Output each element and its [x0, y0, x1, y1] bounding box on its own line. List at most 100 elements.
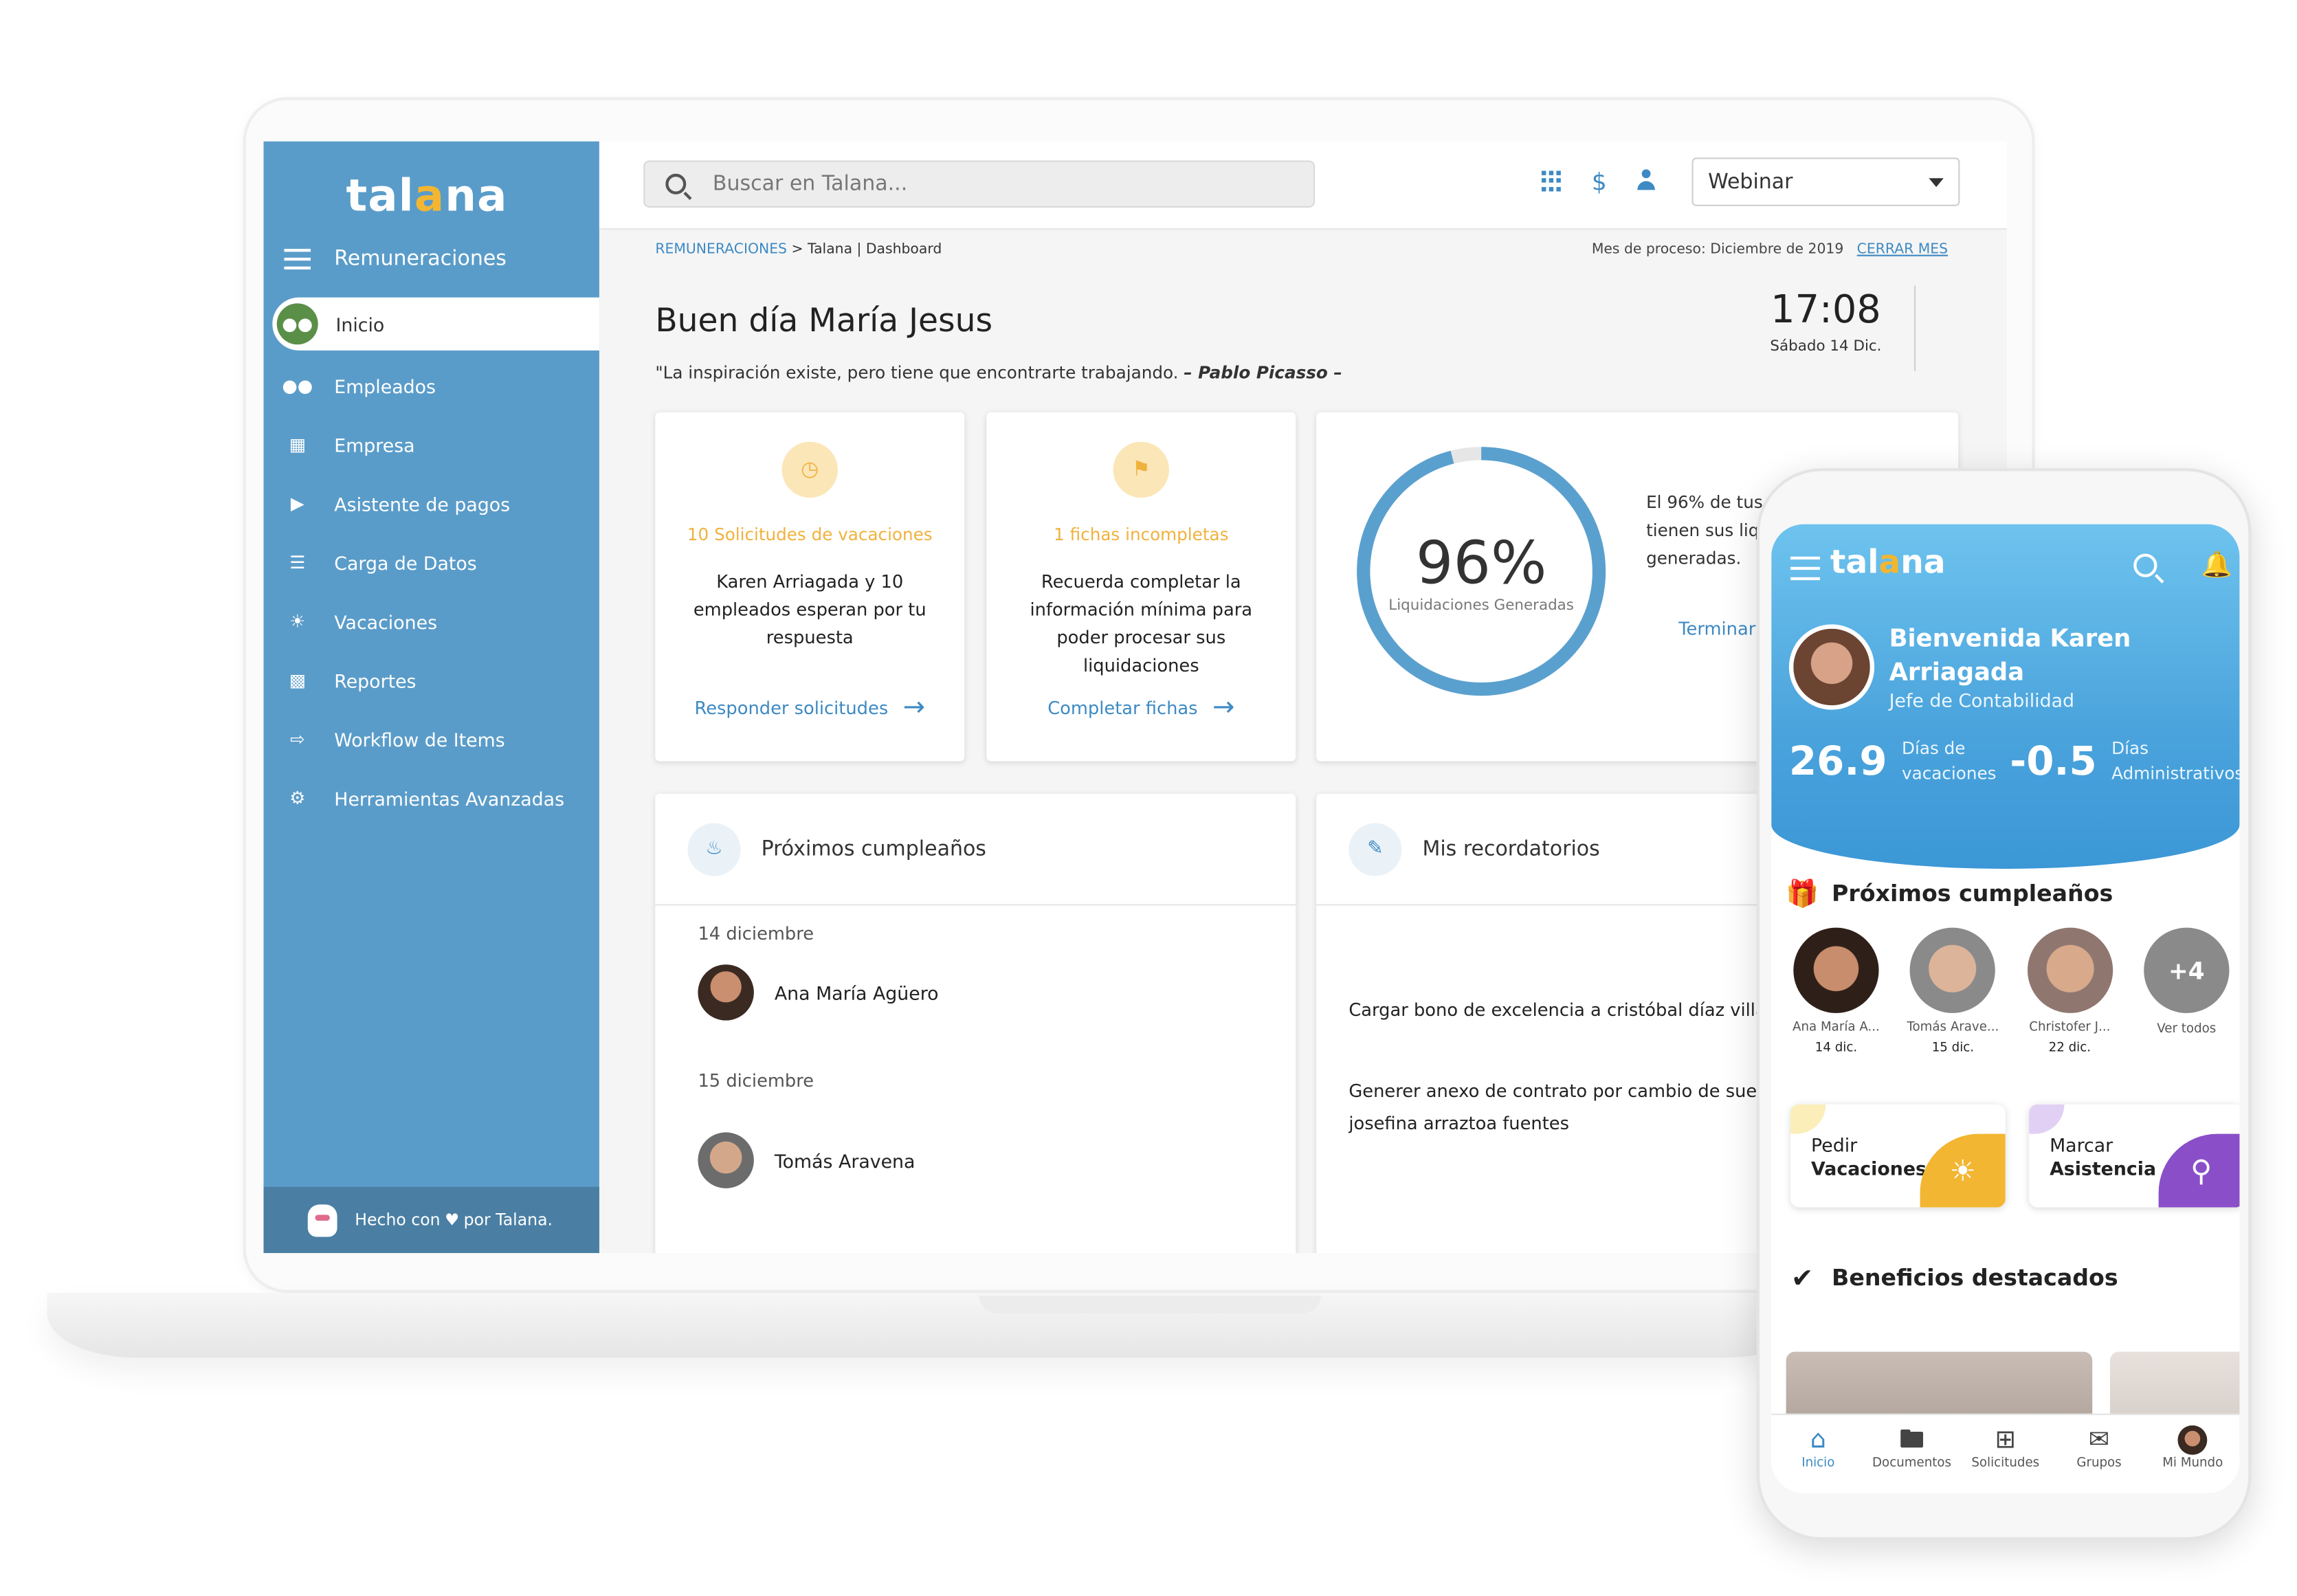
check-badge-icon: ✔: [1791, 1263, 1814, 1294]
person-name: Tomás Aravena: [774, 1149, 916, 1172]
tab-inicio[interactable]: ⌂ Inicio: [1774, 1424, 1863, 1494]
quote-author: – Pablo Picasso –: [1184, 362, 1342, 383]
birthday-carousel: Ana María A... 14 dic. Tomás Arave... 15…: [1786, 927, 2237, 1056]
sidebar-item-asistente-de-pagos[interactable]: ▶ Asistente de pagos: [263, 474, 599, 533]
home-icon: ⌂: [1810, 1425, 1826, 1455]
list-item[interactable]: Ana María Agüero: [698, 964, 1296, 1021]
tab-label: Inicio: [1801, 1456, 1835, 1472]
talana-logo[interactable]: talana: [346, 171, 507, 223]
respond-requests-link[interactable]: Responder solicitudes →: [655, 692, 964, 723]
sidebar-item-label: Reportes: [334, 669, 417, 691]
close-month-link[interactable]: CERRAR MES: [1857, 241, 1948, 258]
desktop-screen: talana Remuneraciones ●● Inicio ●● Emplead…: [263, 141, 2007, 1254]
sidebar-item-label: Carga de Datos: [334, 551, 477, 574]
sidebar-item-workflow-de-items[interactable]: ⇨ Workflow de Items: [263, 710, 599, 769]
finish-link[interactable]: Terminar: [1678, 619, 1755, 639]
person-name: Christofer J...: [2029, 1020, 2111, 1036]
tab-mi-mundo[interactable]: Mi Mundo: [2149, 1424, 2237, 1494]
folder-icon: 🖿: [1899, 1425, 1924, 1455]
vacation-days-stat: 26.9 Días de vacaciones: [1789, 736, 1997, 786]
phone-frame: talana 🔔 Bienvenida Karen Arriagada Jefe…: [1756, 468, 2252, 1540]
play-icon: ▶: [290, 493, 304, 514]
alert-text: Karen Arriagada y 10 empleados esperan p…: [693, 571, 926, 648]
list-item[interactable]: Tomás Aravena: [698, 1132, 1296, 1188]
user-icon[interactable]: [1636, 169, 1656, 190]
people-icon: ●●: [276, 303, 318, 345]
top-icons: $: [1541, 168, 1657, 196]
tab-label: Grupos: [2076, 1456, 2122, 1472]
dollar-icon[interactable]: $: [1592, 168, 1607, 196]
request-vacation-button[interactable]: Pedir Vacaciones ☀: [1790, 1104, 2006, 1208]
section-title-text: Próximos cumpleaños: [1832, 880, 2113, 907]
mobile-header: talana 🔔 Bienvenida Karen Arriagada Jefe…: [1771, 524, 2240, 869]
person-name: Tomás Arave...: [1907, 1020, 1999, 1036]
sidebar-item-carga-de-datos[interactable]: ☰ Carga de Datos: [263, 533, 599, 592]
mark-attendance-button[interactable]: Marcar Asistencia ⚲: [2029, 1104, 2240, 1208]
birthday-item[interactable]: Ana María A... 14 dic.: [1786, 927, 1887, 1056]
sun-icon: ☀: [1920, 1133, 2006, 1208]
birthdays-card: ♨ Próximos cumpleaños 14 diciembre Ana M…: [655, 793, 1296, 1254]
sidebar-item-label: Vacaciones: [334, 610, 438, 633]
apps-grid-icon[interactable]: [1541, 170, 1562, 192]
sun-icon: ☀: [289, 611, 306, 632]
tab-label: Mi Mundo: [2162, 1456, 2223, 1472]
reminder-item[interactable]: Generer anexo de contrato por cambio de …: [1349, 1075, 1773, 1140]
card-header: ♨ Próximos cumpleaños: [655, 794, 1296, 906]
cake-icon: ♨: [687, 822, 741, 876]
person-name: Ana María A...: [1793, 1020, 1880, 1036]
company-select[interactable]: Webinar: [1691, 157, 1960, 206]
stat-value: 26.9: [1788, 738, 1887, 784]
hamburger-menu-icon[interactable]: [284, 249, 311, 270]
welcome-title: Bienvenida Karen Arriagada: [1889, 624, 2131, 687]
tab-documentos[interactable]: 🖿 Documentos: [1867, 1424, 1956, 1494]
action-label: Asistencia: [2050, 1157, 2157, 1179]
location-pin-icon: ⚲: [2158, 1133, 2240, 1208]
reminder-line: Generer anexo de contrato por cambio de …: [1349, 1080, 1773, 1102]
alert-text: Recuerda completar la información mínima…: [1030, 571, 1253, 676]
bottom-tab-bar: ⌂ Inicio 🖿 Documentos ⊞ Solicitudes ✉ Grupos…: [1771, 1413, 2240, 1494]
alert-title: 10 Solicitudes de vacaciones: [687, 524, 933, 545]
birthday-item[interactable]: Christofer J... 22 dic.: [2019, 927, 2120, 1056]
date-label: 15 diciembre: [698, 1070, 814, 1091]
breadcrumb-link[interactable]: REMUNERACIONES: [655, 241, 787, 258]
sidebar-item-inicio[interactable]: ●● Inicio: [272, 297, 599, 351]
bell-icon[interactable]: 🔔: [2201, 551, 2232, 580]
decorative-corner: [2029, 1104, 2065, 1134]
breadcrumb-current: > Talana | Dashboard: [791, 241, 942, 258]
arrow-right-icon: →: [1212, 691, 1235, 723]
view-all-button[interactable]: +4 Ver todos: [2136, 927, 2237, 1056]
birthday-item[interactable]: Tomás Arave... 15 dic.: [1903, 927, 2004, 1056]
avatar: [1910, 927, 1996, 1013]
avatar[interactable]: [1788, 624, 1875, 710]
people-icon: ●●: [282, 375, 313, 397]
sidebar-item-vacaciones[interactable]: ☀ Vacaciones: [263, 592, 599, 651]
sidebar-item-herramientas-avanzadas[interactable]: ⚙ Herramientas Avanzadas: [263, 768, 599, 828]
gift-icon: 🎁: [1786, 878, 1819, 909]
laptop-notch: [979, 1296, 1321, 1314]
footer-text: por Talana.: [463, 1210, 553, 1230]
clock-icon: ◷: [781, 441, 838, 498]
clock-date: Sábado 14 Dic.: [1770, 338, 1882, 355]
sidebar-item-empleados[interactable]: ●● Empleados: [263, 356, 599, 415]
reminder-item[interactable]: Cargar bono de excelencia a cristóbal dí…: [1349, 994, 1782, 1026]
card-title: Mis recordatorios: [1422, 836, 1600, 861]
page-title: Buen día María Jesus: [655, 303, 993, 340]
complete-records-link[interactable]: Completar fichas →: [986, 692, 1296, 723]
sidebar-item-reportes[interactable]: ▩ Reportes: [263, 651, 599, 710]
sidebar: talana Remuneraciones ●● Inicio ●● Emplead…: [263, 141, 599, 1254]
search-input[interactable]: Buscar en Talana...: [643, 160, 1316, 208]
link-label: Responder solicitudes: [694, 697, 889, 718]
person-name: Ana María Agüero: [774, 981, 939, 1004]
sidebar-item-empresa[interactable]: ▦ Empresa: [263, 415, 599, 474]
avatar: [1793, 927, 1879, 1013]
tab-solicitudes[interactable]: ⊞ Solicitudes: [1962, 1424, 2050, 1494]
company-select-value: Webinar: [1708, 170, 1793, 194]
search-icon[interactable]: [2133, 553, 2157, 577]
quote: "La inspiración existe, pero tiene que e…: [655, 362, 1342, 383]
sidebar-item-label: Empresa: [334, 433, 415, 456]
action-label: Marcar: [2050, 1133, 2113, 1156]
module-switcher[interactable]: Remuneraciones: [284, 239, 507, 280]
hamburger-menu-icon[interactable]: [1790, 556, 1820, 581]
chat-icon: ✉: [2088, 1425, 2110, 1455]
tab-grupos[interactable]: ✉ Grupos: [2055, 1424, 2144, 1494]
